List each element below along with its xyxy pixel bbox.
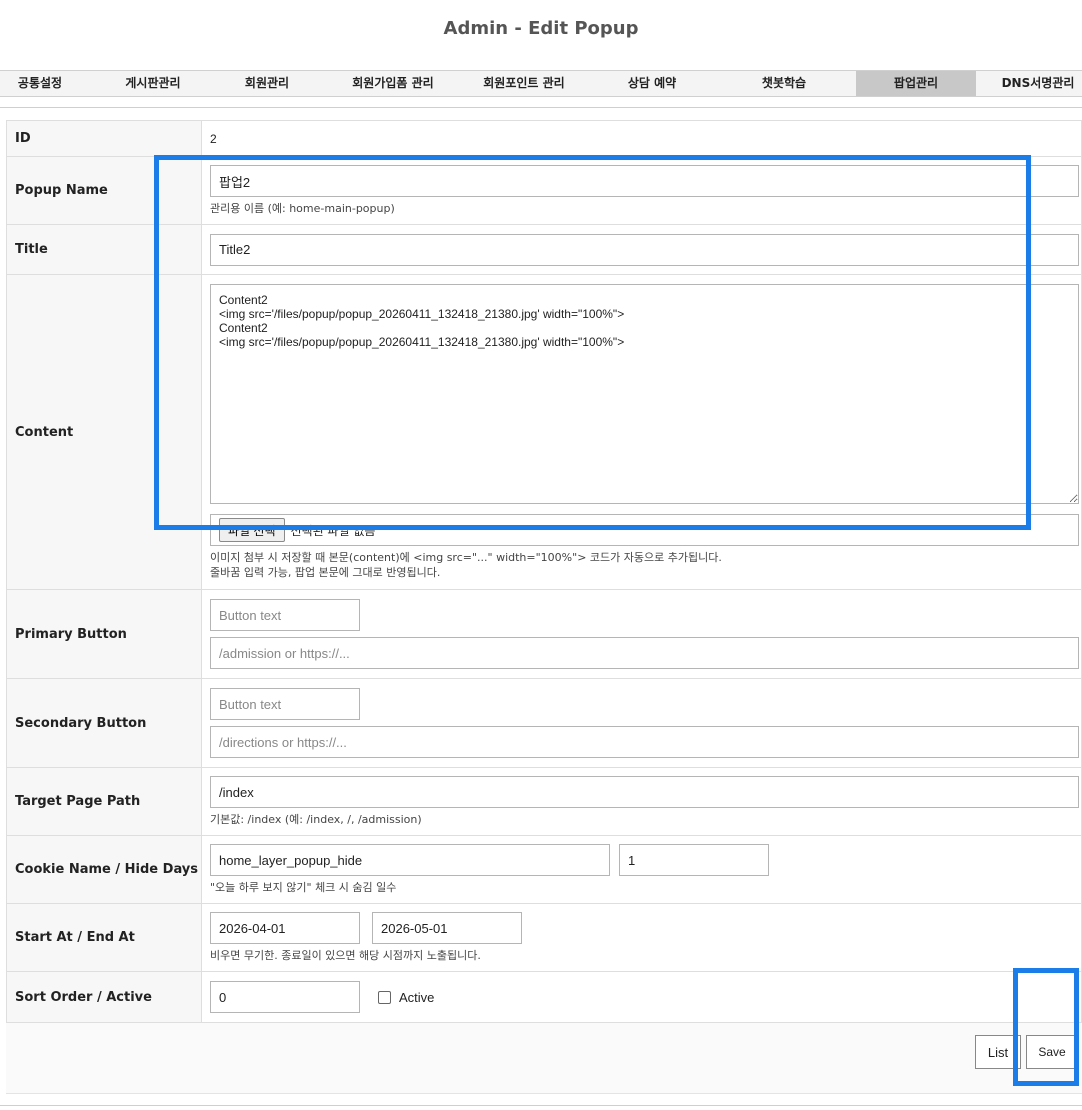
- content-label: Content: [6, 274, 202, 590]
- start-at-input[interactable]: [210, 912, 360, 944]
- end-at-input[interactable]: [372, 912, 522, 944]
- cookie-label: Cookie Name / Hide Days: [6, 835, 202, 904]
- dates-label: Start At / End At: [6, 903, 202, 972]
- hide-days-input[interactable]: [619, 844, 769, 876]
- primary-button-text-input[interactable]: [210, 599, 360, 631]
- admin-nav: 공통설정 게시판관리 회원관리 회원가입폼 관리 회원포인트 관리 상담 예약 …: [0, 70, 1082, 97]
- target-path-help: 기본값: /index (예: /index, /, /admission): [210, 813, 422, 826]
- tab-member-points[interactable]: 회원포인트 관리: [468, 71, 580, 96]
- sort-active-label: Sort Order / Active: [6, 971, 202, 1023]
- secondary-button-text-input[interactable]: [210, 688, 360, 720]
- primary-button-link-input[interactable]: [210, 637, 1079, 669]
- cookie-help: "오늘 하루 보지 않기" 체크 시 숨김 일수: [210, 881, 397, 894]
- row-id: ID 2: [6, 120, 1082, 157]
- content-textarea[interactable]: Content2 <img src='/files/popup/popup_20…: [210, 284, 1079, 504]
- popup-name-label: Popup Name: [6, 156, 202, 225]
- tab-dns-signature[interactable]: DNS서명관리: [994, 71, 1082, 96]
- target-path-label: Target Page Path: [6, 767, 202, 836]
- tab-popup-management[interactable]: 팝업관리: [856, 71, 976, 96]
- row-content: Content Content2 <img src='/files/popup/…: [6, 274, 1082, 590]
- sort-order-input[interactable]: [210, 981, 360, 1013]
- row-dates: Start At / End At 비우면 무기한. 종료일이 있으면 해당 시…: [6, 903, 1082, 972]
- active-checkbox-label: Active: [399, 989, 435, 1005]
- row-secondary-button: Secondary Button: [6, 678, 1082, 768]
- content-help-image: 이미지 첨부 시 저장할 때 본문(content)에 <img src="..…: [210, 551, 722, 564]
- id-label: ID: [6, 120, 202, 157]
- tab-board-management[interactable]: 게시판관리: [100, 71, 206, 96]
- row-target-path: Target Page Path 기본값: /index (예: /index,…: [6, 767, 1082, 836]
- save-button[interactable]: Save: [1026, 1035, 1078, 1069]
- tab-chatbot-training[interactable]: 챗봇학습: [736, 71, 832, 96]
- popup-edit-form: ID 2 Popup Name 관리용 이름 (예: home-main-pop…: [6, 120, 1082, 1023]
- popup-name-help: 관리용 이름 (예: home-main-popup): [210, 202, 395, 215]
- file-upload-field: 파일 선택 선택된 파일 없음: [210, 514, 1079, 546]
- tab-common-settings[interactable]: 공통설정: [0, 71, 80, 96]
- file-status: 선택된 파일 없음: [290, 523, 376, 538]
- content-help-newline: 줄바꿈 입력 가능, 팝업 본문에 그대로 반영됩니다.: [210, 566, 441, 579]
- tab-signup-form[interactable]: 회원가입폼 관리: [338, 71, 448, 96]
- form-actions-area: [6, 1023, 1082, 1094]
- active-checkbox-wrap[interactable]: Active: [378, 990, 434, 1005]
- row-popup-name: Popup Name 관리용 이름 (예: home-main-popup): [6, 156, 1082, 225]
- tab-member-management[interactable]: 회원관리: [222, 71, 312, 96]
- secondary-button-label: Secondary Button: [6, 678, 202, 768]
- choose-file-button[interactable]: 파일 선택: [219, 518, 285, 542]
- tab-consult-reservation[interactable]: 상담 예약: [604, 71, 700, 96]
- row-sort-active: Sort Order / Active Active: [6, 971, 1082, 1023]
- row-primary-button: Primary Button: [6, 589, 1082, 679]
- primary-button-label: Primary Button: [6, 589, 202, 679]
- dates-help: 비우면 무기한. 종료일이 있으면 해당 시점까지 노출됩니다.: [210, 949, 481, 962]
- active-checkbox[interactable]: [378, 990, 391, 1004]
- footer-divider: [0, 1105, 1082, 1106]
- list-button[interactable]: List: [975, 1035, 1021, 1069]
- row-title: Title: [6, 224, 1082, 275]
- id-value: 2: [201, 120, 1082, 157]
- cookie-name-input[interactable]: [210, 844, 610, 876]
- popup-name-input[interactable]: [210, 165, 1079, 197]
- title-label: Title: [6, 224, 202, 275]
- title-input[interactable]: [210, 233, 1079, 266]
- page-title: Admin - Edit Popup: [443, 18, 639, 39]
- row-cookie: Cookie Name / Hide Days "오늘 하루 보지 않기" 체크…: [6, 835, 1082, 904]
- nav-divider: [0, 107, 1082, 108]
- target-path-input[interactable]: [210, 776, 1079, 808]
- secondary-button-link-input[interactable]: [210, 726, 1079, 758]
